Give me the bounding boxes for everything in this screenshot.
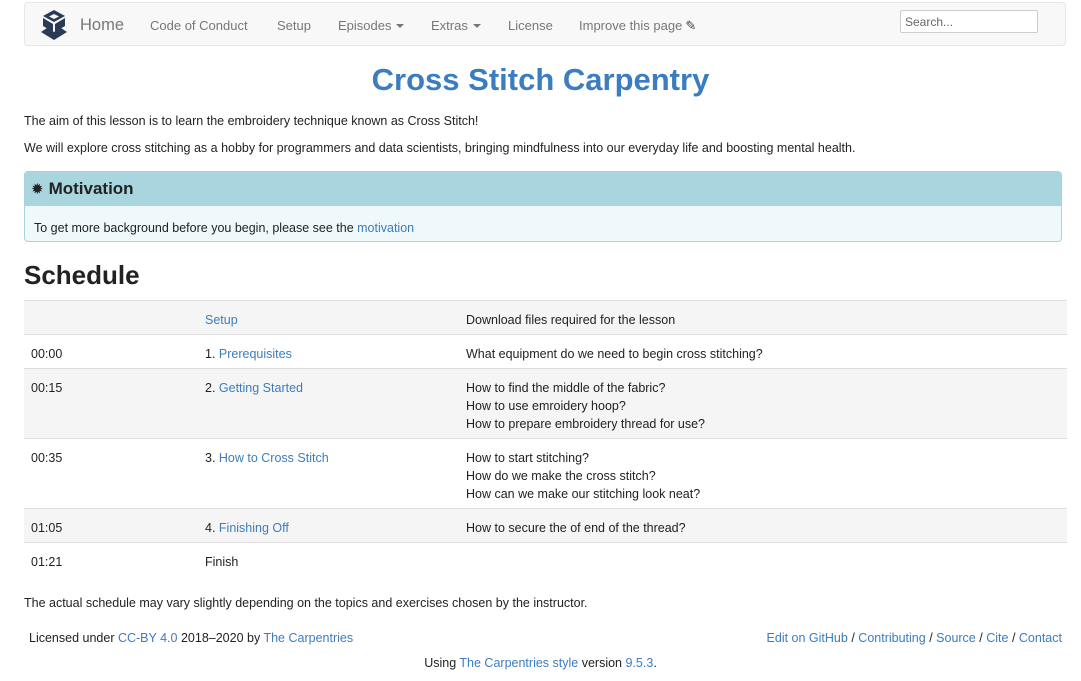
license-link[interactable]: CC-BY 4.0 (118, 631, 178, 645)
episode-number: 3. (205, 451, 219, 465)
brand-home-link[interactable]: Home (37, 9, 124, 41)
table-row: 00:15 2. Getting Started How to find the… (24, 368, 1067, 438)
episode-link-setup[interactable]: Setup (205, 313, 238, 327)
search-input[interactable] (900, 10, 1038, 33)
period: . (653, 656, 657, 670)
nav-episodes-dropdown[interactable]: Episodes (338, 18, 405, 33)
row-time: 00:35 (31, 451, 63, 465)
licensed-under-text: Licensed under (29, 631, 115, 645)
callout-header: ✹ Motivation (25, 172, 1061, 206)
nav-episodes-label: Episodes (338, 18, 392, 33)
version-label: version (581, 656, 623, 670)
question: What equipment do we need to begin cross… (466, 347, 763, 361)
footer-license: Licensed under CC-BY 4.0 2018–2020 by Th… (29, 631, 353, 645)
separator: / (851, 631, 855, 645)
schedule-note: The actual schedule may vary slightly de… (24, 596, 588, 610)
finish-label: Finish (205, 555, 239, 569)
contributing-link[interactable]: Contributing (858, 631, 925, 645)
table-row: 00:00 1. Prerequisites What equipment do… (24, 334, 1067, 368)
nav-setup[interactable]: Setup (277, 18, 311, 33)
table-row: 00:35 3. How to Cross Stitch How to star… (24, 438, 1067, 508)
row-episode: Setup (205, 311, 238, 329)
certificate-icon: ✹ (31, 181, 44, 198)
footer-links: Edit on GitHub / Contributing / Source /… (767, 631, 1062, 645)
caret-down-icon (472, 24, 481, 28)
row-time: 01:05 (31, 521, 63, 535)
nav-extras-label: Extras (431, 18, 468, 33)
years-by-text: 2018–2020 by (180, 631, 261, 645)
episode-number: 4. (205, 521, 219, 535)
nav-code-of-conduct[interactable]: Code of Conduct (150, 18, 248, 33)
nav-improve-label: Improve this page (579, 18, 683, 33)
nav-license[interactable]: License (508, 18, 553, 33)
separator: / (979, 631, 983, 645)
row-episode: 2. Getting Started (205, 379, 303, 397)
carpentries-logo-icon (41, 10, 67, 40)
row-episode: 3. How to Cross Stitch (205, 449, 329, 467)
question: How to prepare embroidery thread for use… (466, 417, 706, 431)
callout-title: Motivation (48, 179, 134, 198)
separator: / (929, 631, 933, 645)
using-text: Using (424, 656, 457, 670)
separator: / (1011, 631, 1016, 645)
carpentries-style-link[interactable]: The Carpentries style (459, 656, 578, 670)
row-questions: How to find the middle of the fabric? Ho… (466, 379, 705, 433)
row-episode: Finish (205, 553, 238, 571)
navbar: Home Code of Conduct Setup Episodes Extr… (24, 2, 1066, 46)
row-questions: How to secure the of end of the thread? (466, 519, 686, 537)
episode-link-prerequisites[interactable]: Prerequisites (219, 347, 292, 361)
motivation-callout: ✹ Motivation To get more background befo… (24, 171, 1062, 242)
version-link[interactable]: 9.5.3 (626, 656, 654, 670)
episode-number: 1. (205, 347, 219, 361)
schedule-table: Setup Download files required for the le… (24, 300, 1067, 576)
row-episode: 4. Finishing Off (205, 519, 289, 537)
episode-link-finishing-off[interactable]: Finishing Off (219, 521, 289, 535)
nav-extras-dropdown[interactable]: Extras (431, 18, 481, 33)
edit-on-github-link[interactable]: Edit on GitHub (767, 631, 848, 645)
footer-style-note: Using The Carpentries style version 9.5.… (0, 656, 1081, 670)
episode-link-getting-started[interactable]: Getting Started (219, 381, 303, 395)
row-questions: What equipment do we need to begin cross… (466, 345, 763, 363)
intro-text: The aim of this lesson is to learn the e… (24, 114, 479, 128)
episode-link-how-to-cross-stitch[interactable]: How to Cross Stitch (219, 451, 329, 465)
question: How can we make our stitching look neat? (466, 487, 701, 501)
cite-link[interactable]: Cite (986, 631, 1008, 645)
table-row: Setup Download files required for the le… (24, 300, 1067, 334)
question: How to use emroidery hoop? (466, 399, 626, 413)
question: How do we make the cross stitch? (466, 469, 656, 483)
question: How to find the middle of the fabric? (466, 381, 666, 395)
caret-down-icon (396, 24, 405, 28)
source-link[interactable]: Source (936, 631, 976, 645)
table-row: 01:21 Finish (24, 542, 1067, 576)
motivation-link[interactable]: motivation (357, 221, 414, 235)
contact-link[interactable]: Contact (1019, 631, 1062, 645)
home-label: Home (80, 15, 125, 34)
row-questions: Download files required for the lesson (466, 311, 675, 329)
row-time: 00:15 (31, 381, 63, 395)
row-episode: 1. Prerequisites (205, 345, 292, 363)
callout-text: To get more background before you begin,… (34, 221, 358, 235)
table-row: 01:05 4. Finishing Off How to secure the… (24, 508, 1067, 542)
question: How to start stitching? (466, 451, 589, 465)
callout-body: To get more background before you begin,… (25, 206, 1061, 235)
schedule-heading: Schedule (24, 260, 140, 290)
question: Download files required for the lesson (466, 313, 676, 327)
question: How to secure the of end of the thread? (466, 521, 686, 535)
row-time: 01:21 (31, 555, 63, 569)
carpentries-link[interactable]: The Carpentries (263, 631, 353, 645)
row-time: 00:00 (31, 347, 63, 361)
nav-improve-this-page[interactable]: Improve this page ✎ (579, 18, 696, 34)
episode-number: 2. (205, 381, 219, 395)
page-title: Cross Stitch Carpentry (371, 62, 710, 97)
pencil-icon: ✎ (685, 18, 697, 33)
row-questions: How to start stitching? How do we make t… (466, 449, 700, 503)
description-text: We will explore cross stitching as a hob… (24, 141, 856, 155)
